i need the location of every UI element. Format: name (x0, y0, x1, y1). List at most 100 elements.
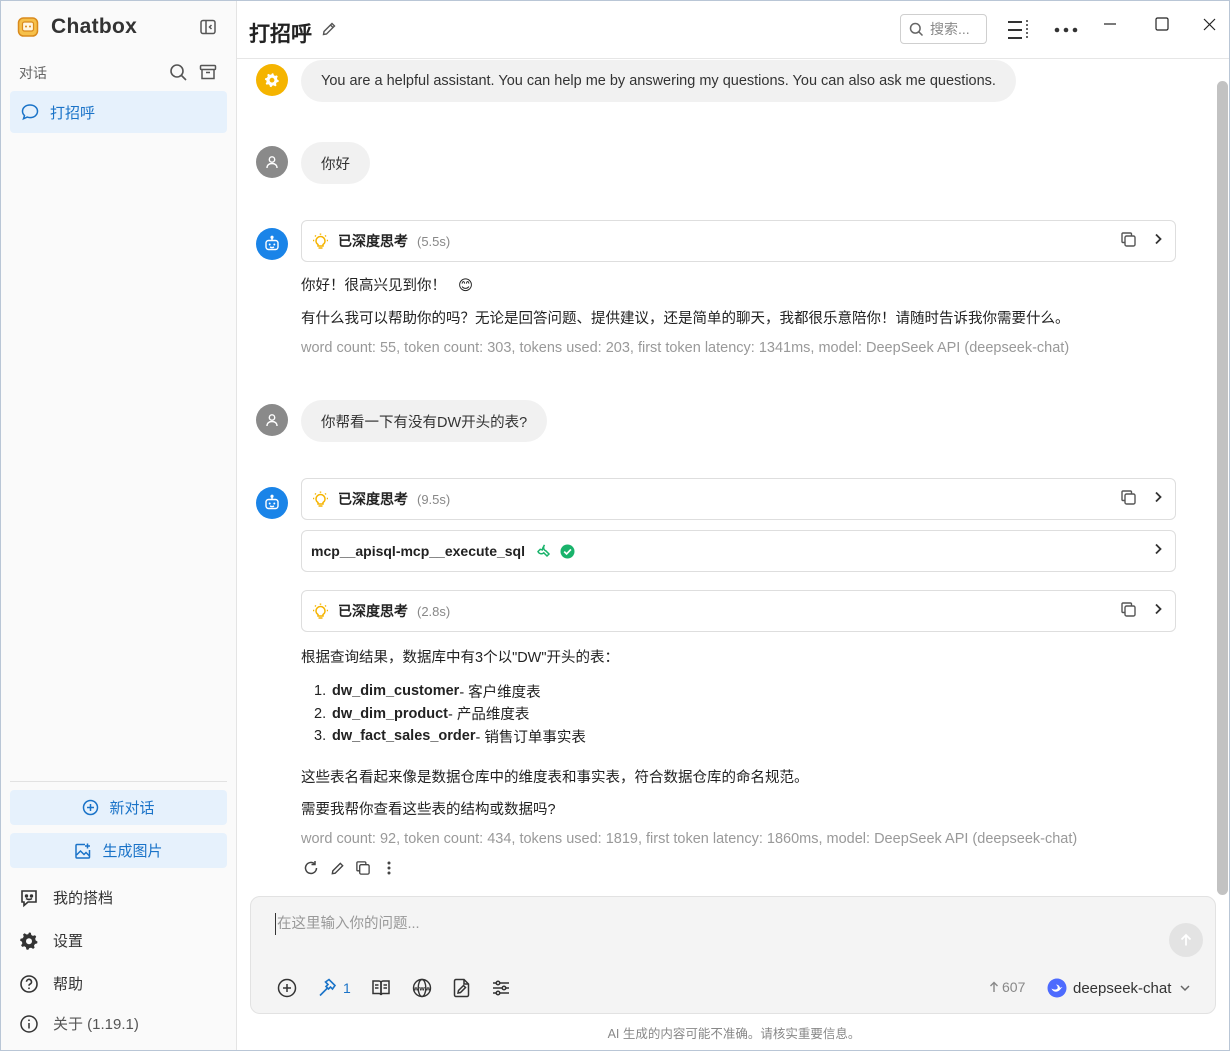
file-edit-icon (453, 978, 470, 998)
attach-file-button[interactable] (453, 977, 471, 999)
send-button[interactable] (1169, 923, 1203, 957)
assistant-message-line: 这些表名看起来像是数据仓库中的维度表和事实表，符合数据仓库的命名规范。 (301, 770, 809, 786)
sliders-icon (492, 980, 509, 996)
more-vertical-icon (387, 861, 391, 875)
image-plus-icon (75, 843, 91, 859)
chat-settings-button[interactable] (491, 977, 511, 999)
copy-reasoning-button[interactable] (1120, 489, 1137, 509)
list-item-number: 1. (314, 683, 327, 700)
system-message-bubble: You are a helpful assistant. You can hel… (301, 60, 1016, 102)
table-description: - 销售订单事实表 (475, 729, 586, 746)
message-actions (301, 858, 399, 878)
chat-header: 打招呼 搜索... (237, 1, 1229, 59)
expand-tool-call-button[interactable] (1151, 542, 1165, 559)
edit-title-button[interactable] (321, 21, 337, 40)
composer-toolbar: 1 www (277, 977, 531, 999)
reasoning-card[interactable]: 已深度思考 (9.5s) (301, 478, 1176, 520)
copy-icon (356, 861, 370, 875)
tool-call-name: mcp__apisql-mcp__execute_sql (311, 543, 525, 559)
assistant-message-line: 根据查询结果，数据库中有3个以"DW"开头的表： (301, 650, 620, 666)
copy-reasoning-button[interactable] (1120, 231, 1137, 251)
list-item: 3. dw_fact_sales_order - 销售订单事实表 (301, 725, 586, 748)
archive-button[interactable] (197, 61, 219, 83)
table-description: - 客户维度表 (459, 684, 541, 701)
attach-button[interactable] (277, 977, 297, 999)
about-label: 关于 (1.19.1) (53, 1016, 139, 1033)
info-circle-icon (20, 1014, 38, 1033)
copy-icon (1121, 232, 1136, 247)
edit-message-button[interactable] (327, 858, 347, 878)
wrench-icon (537, 544, 551, 558)
expand-reasoning-button[interactable] (1151, 490, 1165, 507)
copy-reasoning-button[interactable] (1120, 601, 1137, 621)
hammer-icon (319, 978, 337, 997)
archive-icon (199, 64, 217, 80)
generate-image-button[interactable]: 生成图片 (10, 833, 227, 868)
mcp-tools-button[interactable]: 1 (317, 977, 351, 999)
copy-icon (1121, 490, 1136, 505)
ai-disclaimer: AI 生成的内容可能不准确。请核实重要信息。 (607, 1027, 861, 1041)
copilot-icon (21, 889, 37, 907)
more-options-button[interactable] (1051, 15, 1081, 45)
mcp-tool-count: 1 (343, 980, 351, 996)
check-circle-icon (560, 544, 575, 558)
new-chat-button[interactable]: 新对话 (10, 790, 227, 825)
search-conversations-button[interactable] (167, 61, 189, 83)
message-more-button[interactable] (379, 858, 399, 878)
knowledge-base-button[interactable] (371, 977, 391, 999)
model-selector[interactable]: deepseek-chat (1047, 976, 1191, 1000)
web-search-button[interactable]: www (411, 977, 433, 999)
assistant-avatar (256, 228, 288, 260)
composer: 1 www 607 deepseek-chat (250, 896, 1216, 1014)
close-window-button[interactable] (1194, 9, 1224, 39)
settings-menu[interactable]: 设置 (19, 930, 83, 951)
chevron-right-icon (1155, 233, 1162, 245)
maximize-window-button[interactable] (1147, 9, 1177, 39)
user-icon (266, 156, 278, 169)
sidebar-divider (10, 781, 227, 782)
table-description: - 产品维度表 (448, 707, 530, 724)
messages-scrollbar-thumb[interactable] (1217, 81, 1228, 895)
user-avatar (256, 404, 288, 436)
token-estimate-value: 607 (1002, 979, 1026, 995)
search-icon (909, 22, 924, 36)
about-menu[interactable]: 关于 (1.19.1) (19, 1013, 139, 1034)
more-horizontal-icon (1054, 27, 1078, 33)
toc-button[interactable] (1004, 15, 1034, 45)
copy-message-button[interactable] (353, 858, 373, 878)
pencil-icon (322, 22, 336, 36)
lightbulb-icon (313, 491, 328, 507)
user-message-bubble: 你好 (301, 142, 370, 184)
my-copilots-menu[interactable]: 我的搭档 (19, 887, 113, 908)
expand-reasoning-button[interactable] (1151, 602, 1165, 619)
copy-icon (1121, 602, 1136, 617)
reasoning-duration: (9.5s) (417, 491, 451, 507)
user-avatar (256, 146, 288, 178)
session-item-greeting[interactable]: 打招呼 (10, 91, 227, 133)
reasoning-card[interactable]: 已深度思考 (2.8s) (301, 590, 1176, 632)
expand-reasoning-button[interactable] (1151, 232, 1165, 249)
help-menu[interactable]: 帮助 (19, 973, 83, 994)
user-icon (266, 414, 278, 427)
lightbulb-icon (313, 603, 328, 619)
list-icon (1008, 20, 1028, 40)
minimize-window-button[interactable] (1095, 9, 1125, 39)
tool-call-card[interactable]: mcp__apisql-mcp__execute_sql (301, 530, 1176, 572)
reasoning-card[interactable]: 已深度思考 (5.5s) (301, 220, 1176, 262)
message-input[interactable] (275, 913, 1155, 935)
chatbox-logo-icon (17, 17, 39, 37)
list-item: 2. dw_dim_product - 产品维度表 (301, 703, 586, 726)
model-name: deepseek-chat (1073, 979, 1172, 997)
generate-image-label: 生成图片 (102, 843, 163, 860)
regenerate-button[interactable] (301, 858, 321, 878)
session-item-label: 打招呼 (50, 104, 96, 122)
my-copilots-label: 我的搭档 (53, 890, 114, 907)
system-avatar (256, 64, 288, 96)
sidebar-collapse-button[interactable] (197, 16, 219, 38)
arrow-up-icon (1180, 933, 1192, 946)
chevron-right-icon (1155, 543, 1162, 555)
chat-search-box[interactable]: 搜索... (900, 14, 987, 44)
sidebar-collapse-icon (200, 19, 216, 35)
robot-icon (265, 494, 279, 510)
sidebar: Chatbox 对话 打招呼 新对话 生成图片 我的搭档 设置 帮助 关于 (1… (1, 1, 237, 1050)
